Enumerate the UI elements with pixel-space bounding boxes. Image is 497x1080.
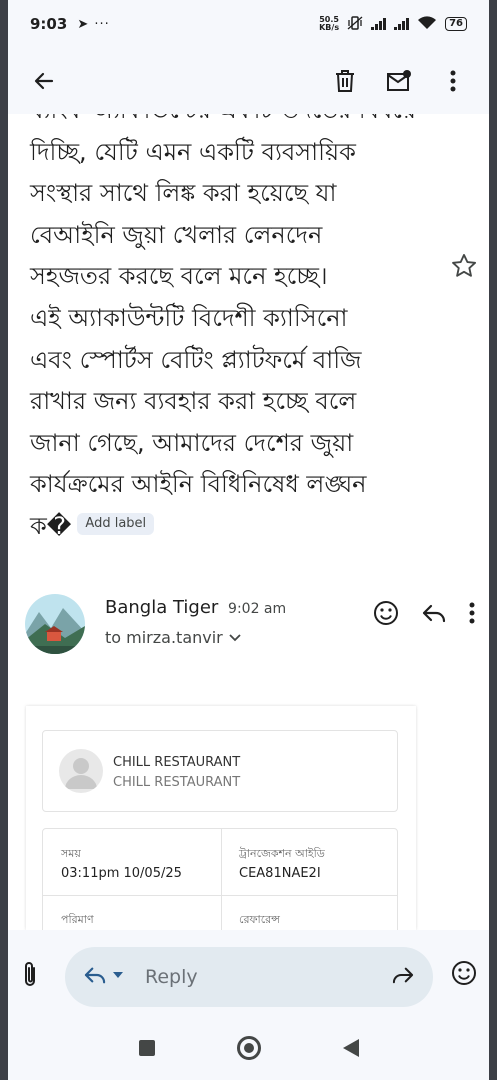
status-misc-icons: ➤ ··· xyxy=(77,16,110,32)
merchant-card: CHILL RESTAURANT CHILL RESTAURANT xyxy=(42,730,398,812)
home-button[interactable] xyxy=(236,1035,262,1065)
circle-icon xyxy=(236,1036,261,1060)
message-more-button[interactable] xyxy=(469,602,475,628)
sender-name-line: Bangla Tiger 9:02 am xyxy=(105,597,286,618)
recipient-text: to mirza.tanvir xyxy=(105,628,223,647)
paperclip-icon xyxy=(25,962,35,986)
window-frame-left xyxy=(0,0,8,1080)
status-time: 9:03 xyxy=(30,15,68,33)
more-vert-icon xyxy=(450,70,456,92)
star-icon xyxy=(452,253,477,277)
body-line: রাখার জন্য ব্যবহার করা হচ্ছে বলে xyxy=(30,387,357,416)
attach-button[interactable] xyxy=(22,960,38,992)
network-speed-unit: KB/s xyxy=(319,23,340,32)
sender-avatar[interactable] xyxy=(25,594,85,654)
mail-badge-icon xyxy=(387,70,411,91)
transaction-id-label: ট্রানজেকশন আইডি xyxy=(239,847,325,860)
reply-button[interactable] xyxy=(421,602,447,628)
emoji-icon xyxy=(452,961,476,985)
star-button[interactable] xyxy=(450,252,478,280)
emoji-button[interactable] xyxy=(451,960,477,990)
signal-icon xyxy=(371,18,387,30)
receipt-area: CHILL RESTAURANT CHILL RESTAURANT সময় 0… xyxy=(8,694,489,930)
add-label-chip[interactable]: Add label xyxy=(77,512,155,535)
status-icons: 50.5 KB/s 76 xyxy=(319,16,467,33)
sender-time: 9:02 am xyxy=(228,601,287,617)
square-icon xyxy=(138,1040,155,1056)
window-frame-right xyxy=(489,0,497,1080)
body-line: কার্যক্রমের আইনি বিধিনিষেধ লঙ্ঘন xyxy=(30,470,367,499)
reference-label: রেফারেন্স xyxy=(239,913,280,926)
amount-label: পরিমাণ xyxy=(61,913,94,926)
body-line: সংস্থার সাথে লিঙ্ক করা হয়েছে যা xyxy=(30,179,337,208)
transaction-info-grid: সময় 03:11pm 10/05/25 ট্রানজেকশন আইডি CE… xyxy=(42,828,398,930)
reply-type-selector[interactable] xyxy=(83,965,123,985)
status-bar: 9:03 ➤ ··· 50.5 KB/s 76 xyxy=(8,0,489,48)
body-line: ব্যাংক অ্যাকাউন্টের একটি তদন্তের বিষয়ে xyxy=(30,114,430,132)
landscape-avatar-icon xyxy=(25,594,85,654)
app-bar xyxy=(8,48,489,114)
merchant-subtitle: CHILL RESTAURANT xyxy=(113,775,241,790)
person-icon xyxy=(65,758,97,789)
vibrate-icon xyxy=(347,15,363,33)
body-line: এই অ্যাকাউন্টটি বিদেশী ক্যাসিনো xyxy=(30,303,348,332)
arrow-left-icon xyxy=(34,72,54,90)
sender-name: Bangla Tiger xyxy=(105,597,219,618)
triangle-back-icon xyxy=(342,1039,359,1057)
merchant-avatar xyxy=(59,749,103,793)
back-nav-button[interactable] xyxy=(342,1038,360,1062)
network-speed: 50.5 KB/s xyxy=(319,16,339,32)
chevron-down-icon xyxy=(229,633,241,641)
receipt-image: CHILL RESTAURANT CHILL RESTAURANT সময় 0… xyxy=(26,706,416,930)
time-value: 03:11pm 10/05/25 xyxy=(61,866,182,881)
system-nav-bar xyxy=(8,1020,489,1080)
caret-down-icon xyxy=(113,972,123,978)
reply-placeholder: Reply xyxy=(145,966,198,988)
back-button[interactable] xyxy=(24,61,64,101)
body-line: সহজতর করছে বলে মনে হচ্ছে। xyxy=(30,262,328,291)
recents-button[interactable] xyxy=(138,1039,156,1061)
transaction-id-value: CEA81NAE2I xyxy=(239,866,321,881)
grid-divider-horizontal xyxy=(43,895,397,896)
reply-field[interactable]: Reply xyxy=(65,947,433,1007)
recipient-toggle[interactable]: to mirza.tanvir xyxy=(105,628,241,647)
delete-button[interactable] xyxy=(325,61,365,101)
forward-icon xyxy=(392,967,414,984)
emoji-icon xyxy=(374,601,398,625)
mark-unread-button[interactable] xyxy=(379,61,419,101)
body-line: বেআইনি জুয়া খেলার লেনদেন xyxy=(30,220,323,249)
body-line: জানা গেছে, আমাদের দেশের জুয়া xyxy=(30,428,354,457)
trash-icon xyxy=(336,70,354,92)
body-line: এবং স্পোর্টস বেটিং প্ল্যাটফর্মে বাজি xyxy=(30,345,362,374)
forward-button[interactable] xyxy=(391,965,415,989)
signal-icon-2 xyxy=(394,18,410,30)
wifi-icon xyxy=(417,15,437,33)
merchant-name: CHILL RESTAURANT xyxy=(113,755,241,770)
reply-icon xyxy=(422,604,446,623)
body-line-truncated: ক� xyxy=(30,511,72,540)
react-button[interactable] xyxy=(373,600,399,630)
email-body: ব্যাংক অ্যাকাউন্টের একটি তদন্তের বিষয়ে … xyxy=(8,114,489,564)
body-line-last: ক� Add label xyxy=(30,506,430,548)
grid-divider-vertical xyxy=(221,829,222,930)
sender-row: Bangla Tiger 9:02 am to mirza.tanvir xyxy=(8,564,489,694)
reply-bar: Reply xyxy=(8,930,489,1020)
reply-icon xyxy=(84,967,106,984)
battery-icon: 76 xyxy=(445,17,467,31)
more-options-button[interactable] xyxy=(433,61,473,101)
email-body-text: ব্যাংক অ্যাকাউন্টের একটি তদন্তের বিষয়ে … xyxy=(30,114,430,548)
time-label: সময় xyxy=(61,847,81,860)
body-line: দিচ্ছি, যেটি এমন একটি ব্যবসায়িক xyxy=(30,137,356,166)
sender-actions xyxy=(373,600,475,630)
more-vert-icon xyxy=(469,602,475,624)
